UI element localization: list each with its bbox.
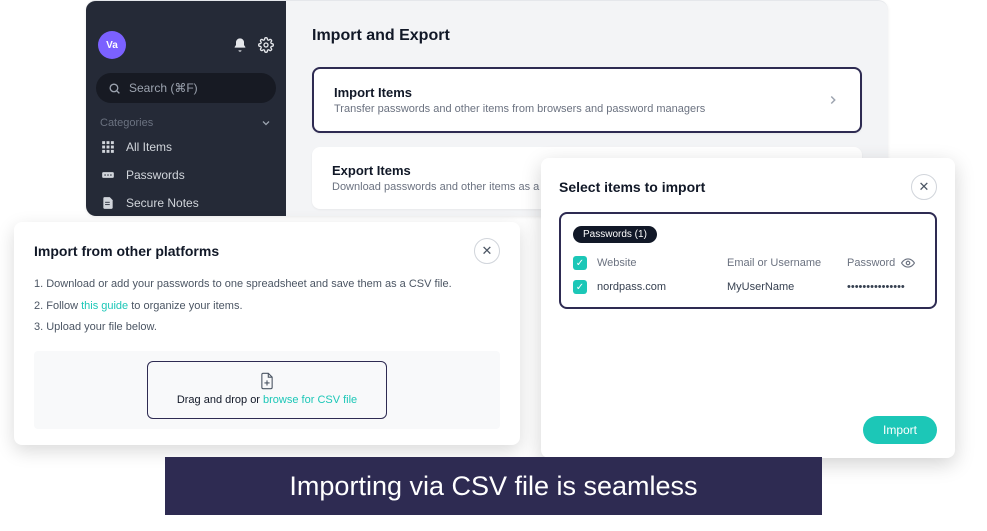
col-website: Website (597, 257, 717, 269)
password-icon (100, 167, 116, 183)
row-checkbox[interactable]: ✓ (573, 280, 587, 294)
items-panel: Passwords (1) ✓ Website Email or Usernam… (559, 212, 937, 309)
categories-header[interactable]: Categories (86, 113, 286, 133)
cell-password: ••••••••••••••• (847, 281, 923, 293)
sidebar-item-notes[interactable]: Secure Notes (86, 189, 286, 216)
drop-target[interactable]: Drag and drop or browse for CSV file (147, 361, 387, 419)
sidebar-item-label: Passwords (126, 168, 185, 182)
card-title: Import Items (334, 85, 826, 100)
guide-link[interactable]: this guide (81, 300, 128, 312)
import-button[interactable]: Import (863, 416, 937, 444)
eye-icon[interactable] (901, 256, 915, 270)
col-password-label: Password (847, 257, 895, 269)
table-row[interactable]: ✓ nordpass.com MyUserName ••••••••••••••… (573, 275, 923, 299)
select-items-dialog: Select items to import ✕ Passwords (1) ✓… (541, 158, 955, 458)
categories-label: Categories (100, 117, 153, 129)
search-placeholder: Search (⌘F) (129, 81, 198, 95)
close-icon: ✕ (919, 179, 930, 195)
step-2: 2. Follow this guide to organize your it… (34, 298, 500, 316)
step-text: 2. Follow (34, 300, 81, 312)
grid-icon (100, 139, 116, 155)
search-input[interactable]: Search (⌘F) (96, 73, 276, 103)
bell-icon[interactable] (232, 37, 248, 53)
col-password: Password (847, 256, 923, 270)
step-text: to organize your items. (128, 300, 242, 312)
browse-link[interactable]: browse for CSV file (263, 394, 357, 406)
passwords-pill[interactable]: Passwords (1) (573, 226, 657, 243)
sidebar-item-label: All Items (126, 140, 172, 154)
import-platforms-dialog: Import from other platforms ✕ 1. Downloa… (14, 222, 520, 445)
step-1: 1. Download or add your passwords to one… (34, 276, 500, 294)
avatar[interactable]: Va (98, 31, 126, 59)
drop-zone[interactable]: Drag and drop or browse for CSV file (34, 351, 500, 429)
sidebar-item-passwords[interactable]: Passwords (86, 161, 286, 189)
close-button[interactable]: ✕ (474, 238, 500, 264)
col-username: Email or Username (727, 257, 837, 269)
chevron-right-icon (826, 93, 840, 107)
close-button[interactable]: ✕ (911, 174, 937, 200)
gear-icon[interactable] (258, 37, 274, 53)
chevron-down-icon (260, 117, 272, 129)
sidebar-item-all[interactable]: All Items (86, 133, 286, 161)
file-add-icon (160, 372, 374, 390)
table-header: ✓ Website Email or Username Password (573, 251, 923, 275)
drop-text: Drag and drop or browse for CSV file (160, 394, 374, 406)
cell-username: MyUserName (727, 281, 837, 293)
drop-prefix: Drag and drop or (177, 394, 263, 406)
close-icon: ✕ (482, 243, 493, 259)
step-3: 3. Upload your file below. (34, 319, 500, 337)
dialog-title: Import from other platforms (34, 243, 219, 259)
search-icon (108, 82, 121, 95)
page-title: Import and Export (312, 27, 862, 45)
sidebar-top: Va (86, 1, 286, 69)
note-icon (100, 195, 116, 211)
sidebar-item-label: Secure Notes (126, 196, 199, 210)
dialog-title: Select items to import (559, 179, 705, 195)
card-desc: Transfer passwords and other items from … (334, 103, 826, 115)
sidebar: Va Search (⌘F) Categories (86, 1, 286, 216)
import-items-card[interactable]: Import Items Transfer passwords and othe… (312, 67, 862, 133)
caption-banner: Importing via CSV file is seamless (165, 457, 822, 515)
select-all-checkbox[interactable]: ✓ (573, 256, 587, 270)
cell-website: nordpass.com (597, 281, 717, 293)
